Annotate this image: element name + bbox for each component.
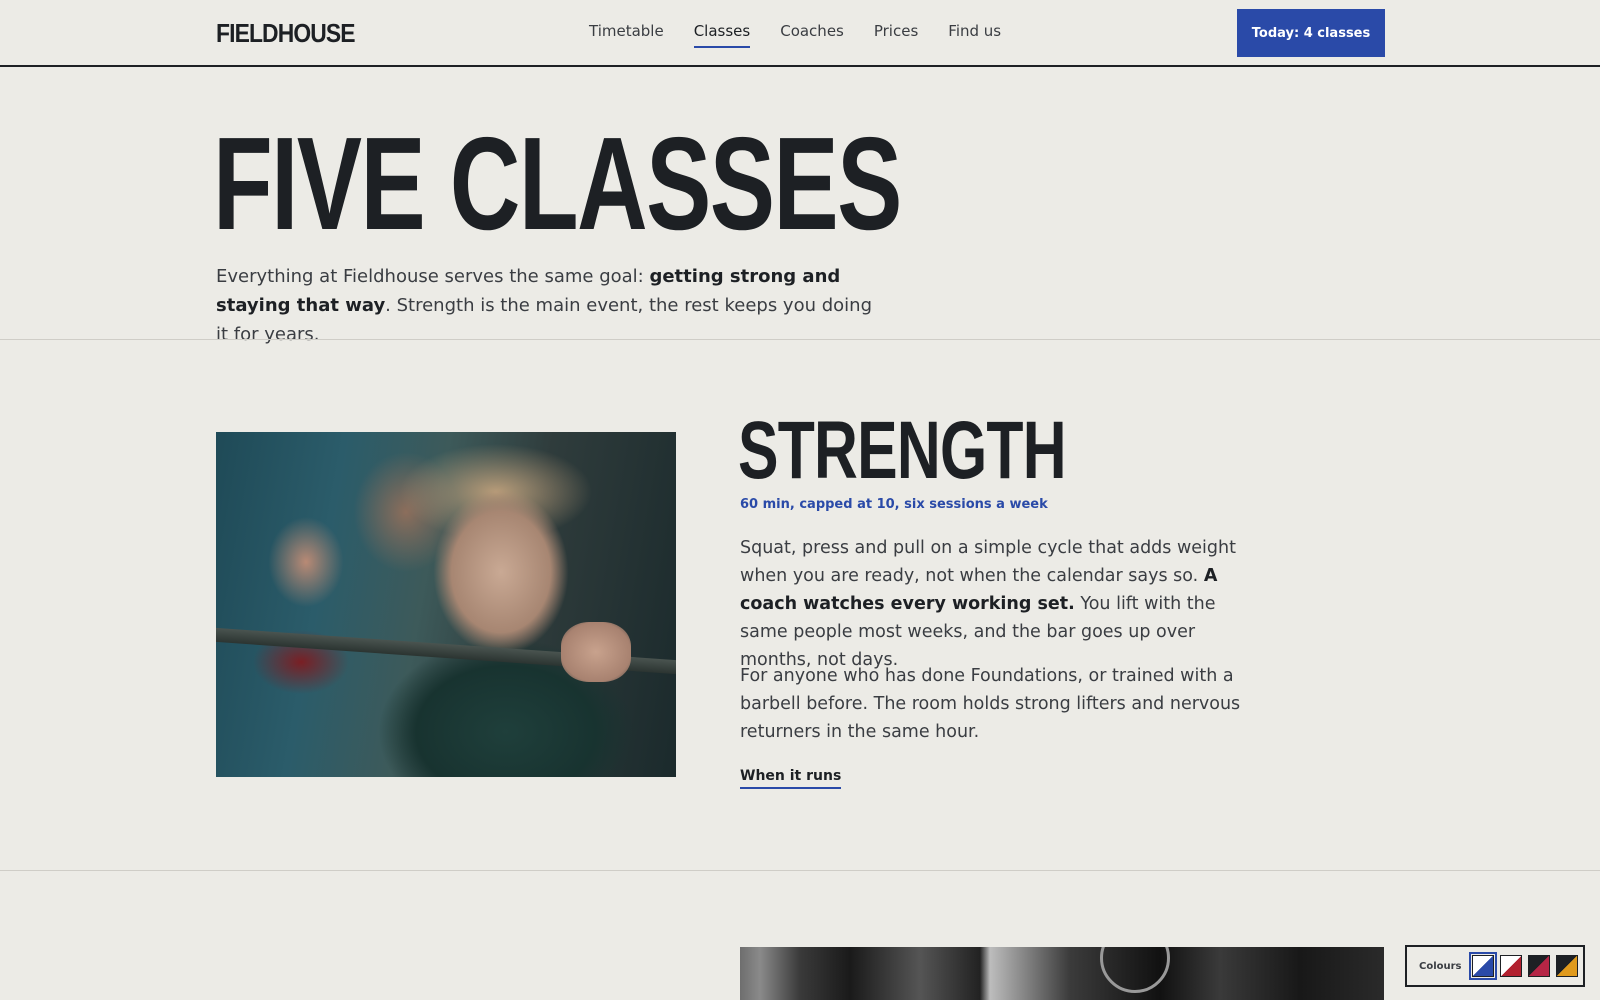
nav-item-coaches[interactable]: Coaches <box>780 22 844 48</box>
next-class-photo <box>740 947 1384 1000</box>
today-classes-button[interactable]: Today: 4 classes <box>1237 9 1385 57</box>
nav-item-classes[interactable]: Classes <box>693 22 751 48</box>
fieldhouse-logo[interactable]: FIELDHOUSE <box>216 18 356 49</box>
swatch-blue[interactable] <box>1468 952 1497 980</box>
hero-intro-text: Everything at Fieldhouse serves the same… <box>216 266 650 287</box>
section-divider <box>0 339 1600 340</box>
main-nav: Timetable Classes Coaches Prices Find us <box>589 22 1001 48</box>
colour-picker: Colours <box>1405 945 1585 987</box>
section-divider <box>0 870 1600 871</box>
strength-class-photo <box>216 432 676 777</box>
page-title: FIVE CLASSES <box>213 110 902 257</box>
swatch-crimson[interactable] <box>1527 955 1550 977</box>
swatch-red[interactable] <box>1499 955 1522 977</box>
colour-picker-label: Colours <box>1419 960 1462 972</box>
swatch-amber[interactable] <box>1555 955 1578 977</box>
when-it-runs-link[interactable]: When it runs <box>740 768 842 789</box>
hand-shape <box>561 622 631 682</box>
hero-intro: Everything at Fieldhouse serves the same… <box>216 262 876 349</box>
plate-shape <box>1100 947 1170 993</box>
strength-heading: STRENGTH <box>738 405 1067 496</box>
nav-item-find-us[interactable]: Find us <box>948 22 1001 48</box>
strength-audience: For anyone who has done Foundations, or … <box>740 666 1241 742</box>
strength-description-text: Squat, press and pull on a simple cycle … <box>740 538 1236 586</box>
nav-item-prices[interactable]: Prices <box>874 22 918 48</box>
site-header: FIELDHOUSE Timetable Classes Coaches Pri… <box>0 0 1600 67</box>
strength-description: Squat, press and pull on a simple cycle … <box>740 534 1250 674</box>
strength-meta: 60 min, capped at 10, six sessions a wee… <box>740 497 1048 512</box>
nav-item-timetable[interactable]: Timetable <box>589 22 664 48</box>
